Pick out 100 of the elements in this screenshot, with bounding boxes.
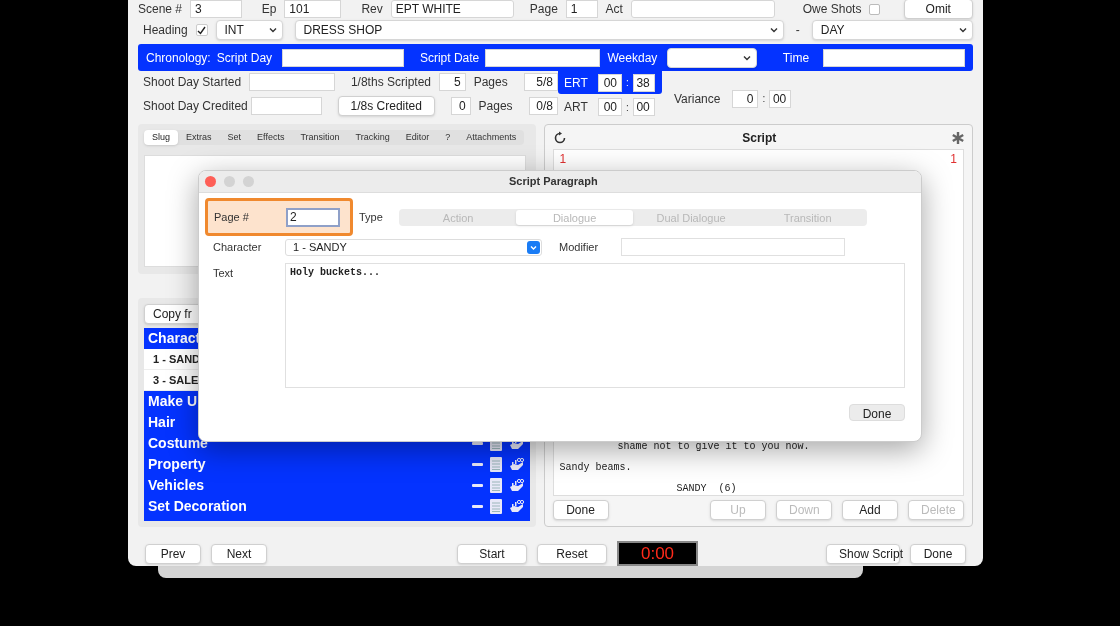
character-label: Character [213,239,263,255]
time-separator: : [626,76,629,91]
rev-dropdown[interactable]: EPT WHITE [390,0,514,18]
chevron-icon [527,240,540,254]
next-button[interactable]: Next [211,543,267,564]
page-field[interactable]: 1 [565,0,598,18]
pages-credited-field[interactable]: 0/8 [528,96,558,115]
minus-icon[interactable] [471,504,483,509]
int-ext-dropdown[interactable]: INT [215,20,283,40]
art-label: ART [564,99,589,117]
credited-button[interactable]: 1/8s Credited [337,95,435,116]
heading-label: Heading [143,22,188,39]
art-minutes-field[interactable]: 00 [632,98,655,117]
script-day-field[interactable] [282,48,404,67]
location-dropdown[interactable]: DRESS SHOP [294,20,784,40]
hand-icon[interactable] [508,478,524,493]
scene-label: Scene # [138,1,183,18]
minus-icon[interactable] [471,462,483,467]
script-button[interactable]: Done [552,500,609,520]
time-separator: : [626,100,629,115]
script-line: SANDY (6) [675,483,738,495]
variance-label: Variance [674,90,721,108]
script-button[interactable]: Add [842,500,898,520]
minus-icon[interactable] [471,441,483,446]
notepad-icon[interactable] [489,457,502,472]
omit-button[interactable]: Omit [903,0,973,19]
script-line: shame not to give it to you now. [616,441,811,453]
heading-checkbox[interactable] [195,24,208,36]
category-header[interactable]: Costume [148,433,208,454]
act-label: Act [605,1,623,18]
category-header[interactable]: Make U [148,391,198,412]
pages-label: Pages [478,97,513,115]
ep-label: Ep [261,1,277,18]
reset-button[interactable]: Reset [537,543,607,564]
script-date-label: Script Date [419,49,480,67]
dialog-done-button[interactable]: Done [849,404,905,421]
script-day-label: Script Day [216,49,273,67]
tab[interactable]: ? [437,130,459,145]
tab[interactable]: Attachments [458,130,525,145]
notepad-icon[interactable] [489,478,502,493]
credited-field[interactable]: 0 [450,96,471,115]
tab[interactable]: Extras [178,130,220,145]
time-field[interactable] [823,48,965,67]
modifier-label: Modifier [559,239,600,255]
scripted-field[interactable]: 5 [439,73,466,92]
chevron-icon [958,25,968,35]
variance-minutes-field[interactable]: 00 [769,89,792,108]
minus-icon[interactable] [471,483,483,488]
done-button[interactable]: Done [910,543,966,564]
ert-minutes-field[interactable]: 38 [632,73,655,92]
chevron-icon [267,25,278,35]
chevron-icon [768,25,779,35]
separator-label: - [795,22,800,39]
scene-field[interactable]: 3 [190,0,242,18]
page-number-field[interactable]: 2 [286,207,340,227]
timer-display: 0:00 [617,541,698,566]
shoot-day-credited-field[interactable] [251,96,322,115]
ep-field[interactable]: 101 [284,0,342,18]
hand-icon[interactable] [508,457,524,472]
tab[interactable]: Transition [292,130,348,145]
dialog-title: Script Paragraph [509,174,598,190]
shoot-day-started-label: Shoot Day Started [143,74,242,92]
element-item[interactable]: 3 - SALE [153,371,199,389]
refresh-icon[interactable] [552,131,567,145]
script-date-field[interactable] [485,48,600,67]
script-line: Sandy beams. [559,462,633,474]
weekday-dropdown[interactable] [667,47,757,68]
asterisk-icon[interactable] [952,132,964,144]
pages-scripted-field[interactable]: 5/8 [523,73,558,92]
chronology-label: Chronology: [146,49,211,67]
close-button[interactable] [205,176,216,187]
tab[interactable]: Editor [397,130,438,145]
tab[interactable]: Effects [249,130,293,145]
notepad-icon[interactable] [489,499,502,514]
tab[interactable]: Set [219,130,250,145]
owe-shots-checkbox[interactable] [869,3,880,15]
character-dropdown[interactable]: 1 - SANDY [285,238,542,256]
page-number-label: Page # [214,209,250,225]
category-header[interactable]: Vehicles [148,475,205,496]
variance-hours-field[interactable]: 0 [732,89,759,108]
tab[interactable]: Slug [144,130,178,145]
hand-icon[interactable] [508,499,524,514]
ert-hours-field[interactable]: 00 [598,73,622,92]
modifier-field[interactable] [621,238,845,256]
time-separator: : [762,92,766,107]
tab[interactable]: Tracking [347,130,398,145]
page-label: Page [529,1,558,18]
category-header[interactable]: Property [148,454,206,475]
owe-shots-label: Owe Shots [802,1,862,18]
prev-button[interactable]: Prev [145,543,201,564]
art-hours-field[interactable]: 00 [598,98,622,117]
shoot-day-started-field[interactable] [249,73,335,92]
category-header[interactable]: Set Decoration [148,496,247,517]
category-header[interactable]: Hair [148,412,176,433]
time-of-day-dropdown[interactable]: DAY [811,20,973,40]
text-label: Text [213,266,235,281]
paragraph-text-area[interactable]: Holy buckets... [285,263,905,388]
page-number: 1 [559,151,567,168]
type-label: Type [359,209,383,225]
start-button[interactable]: Start [457,543,527,564]
